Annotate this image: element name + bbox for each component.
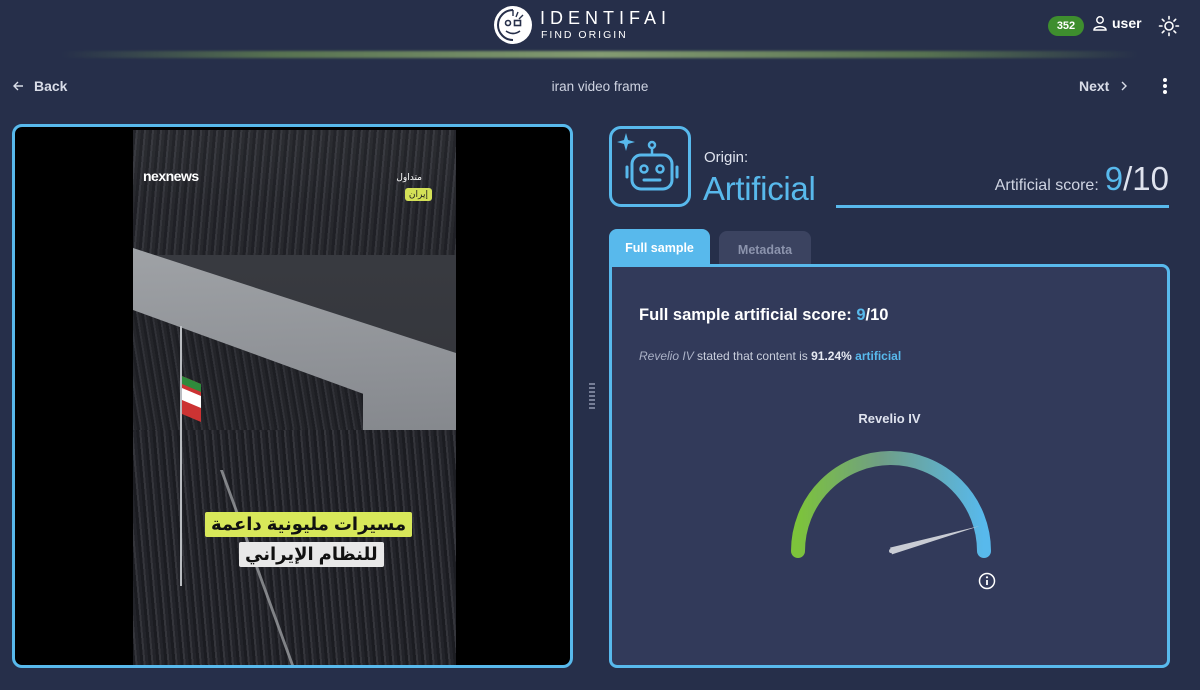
news-location-badge: إيران <box>404 188 432 201</box>
video-caption-line1: مسيرات مليونية داعمة <box>205 512 413 537</box>
credits-badge: 352 <box>1048 16 1084 36</box>
panel-resize-handle[interactable] <box>589 383 595 409</box>
logo-wordmark: IDENTIFAI FIND ORIGIN <box>540 8 671 42</box>
full-sample-panel: Full sample artificial score: 9/10 Revel… <box>609 264 1170 668</box>
news-brand-logo: nexnews <box>143 168 199 184</box>
next-label: Next <box>1079 78 1110 94</box>
user-menu[interactable]: user <box>1092 15 1142 31</box>
artificial-score: Artificial score: 9/10 <box>995 160 1169 198</box>
model-name: Revelio IV <box>639 349 694 363</box>
app-logo[interactable]: IDENTIFAI FIND ORIGIN <box>494 5 671 45</box>
tab-full-sample[interactable]: Full sample <box>609 229 710 265</box>
robot-icon <box>609 126 691 207</box>
summary-title-prefix: Full sample artificial score: <box>639 306 857 324</box>
theme-toggle-button[interactable] <box>1158 15 1180 37</box>
app-header: IDENTIFAI FIND ORIGIN 352 user <box>0 0 1200 52</box>
header-divider <box>60 51 1140 58</box>
page-title: iran video frame <box>551 79 649 94</box>
user-icon <box>1093 16 1107 31</box>
info-icon[interactable] <box>978 572 996 590</box>
user-label: user <box>1112 15 1142 31</box>
score-value: 9/10 <box>1105 160 1169 198</box>
logo-face-icon <box>494 6 532 44</box>
flag-pole-image <box>180 326 201 586</box>
kebab-menu-icon <box>1163 78 1167 94</box>
kebab-menu-button[interactable] <box>1157 76 1173 96</box>
gauge-needle-hub <box>889 549 893 553</box>
statement-text: stated that content is <box>693 349 812 363</box>
tab-metadata[interactable]: Metadata <box>719 231 811 265</box>
logo-subtitle: FIND ORIGIN <box>541 29 628 41</box>
video-caption-line2: للنظام الإيراني <box>239 542 384 567</box>
video-frame-image: nexnews متداول إيران مسيرات مليونية داعم… <box>133 130 456 665</box>
logo-name: IDENTIFAI <box>540 8 672 28</box>
score-number: 9 <box>1104 160 1124 197</box>
sun-icon <box>1158 15 1180 37</box>
next-button[interactable]: Next <box>1079 78 1129 94</box>
model-statement: Revelio IV stated that content is 91.24%… <box>639 349 901 363</box>
news-tag-label: متداول <box>396 172 422 182</box>
full-sample-score-title: Full sample artificial score: 9/10 <box>639 306 888 325</box>
summary-score-max: /10 <box>865 306 889 324</box>
verdict-kind: artificial <box>855 349 902 363</box>
confidence-percent: 91.24% <box>811 349 852 363</box>
media-preview-panel: nexnews متداول إيران مسيرات مليونية داعم… <box>12 124 573 668</box>
chevron-right-icon <box>1121 81 1128 91</box>
origin-value: Artificial <box>703 170 816 207</box>
score-label: Artificial score: <box>994 177 1099 194</box>
gauge-arc <box>791 451 991 558</box>
score-max: /10 <box>1123 160 1169 197</box>
gauge-title: Revelio IV <box>858 411 921 426</box>
gauge-needle <box>890 525 980 555</box>
summary-score: 9 <box>856 306 866 324</box>
score-underline <box>836 205 1169 208</box>
origin-label: Origin: <box>704 149 749 166</box>
score-gauge <box>791 451 991 558</box>
